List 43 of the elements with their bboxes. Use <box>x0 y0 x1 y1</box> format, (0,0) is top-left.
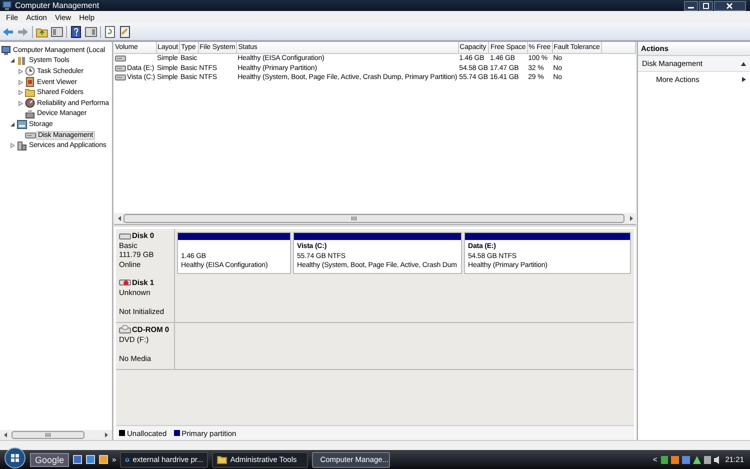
device-icon <box>25 108 35 119</box>
maximize-icon[interactable] <box>699 0 713 10</box>
expanded-triangle-icon[interactable] <box>10 58 15 64</box>
collapsed-triangle-icon[interactable] <box>10 143 15 148</box>
disk-drive-icon <box>115 74 126 82</box>
close-icon[interactable] <box>714 0 746 10</box>
clock-icon <box>25 66 35 76</box>
window-title: Computer Management <box>15 1 100 10</box>
collapsed-triangle-icon[interactable] <box>18 100 23 106</box>
expanded-triangle-icon[interactable] <box>10 122 15 127</box>
window-switch-icon[interactable] <box>86 455 96 464</box>
computer-icon <box>2 1 12 10</box>
tray-icons-drawing <box>661 454 722 464</box>
start-orb-icon[interactable] <box>4 447 26 469</box>
folder-icon <box>25 88 35 98</box>
collapsed-triangle-icon[interactable] <box>18 68 23 74</box>
collapsed-triangle-icon[interactable] <box>18 80 23 85</box>
media-icon[interactable] <box>99 455 108 464</box>
storage-icon <box>17 120 27 129</box>
submenu-triangle-icon <box>742 76 746 82</box>
computer-icon <box>1 46 11 55</box>
gauge-icon <box>25 98 35 108</box>
folder-up-icon[interactable] <box>36 26 48 38</box>
disk-drive-icon <box>115 64 126 72</box>
tools-icon <box>17 56 27 66</box>
forward-arrow-icon[interactable] <box>17 26 29 38</box>
disk-drive-icon <box>115 55 126 62</box>
folder-icon <box>217 455 228 464</box>
properties-icon[interactable] <box>119 26 131 38</box>
collapse-triangle-icon <box>741 62 746 66</box>
panel-icon[interactable] <box>85 26 97 38</box>
refresh-icon[interactable] <box>104 26 116 38</box>
services-icon <box>17 140 27 151</box>
minimize-icon[interactable] <box>684 0 698 10</box>
hard-disk-error-icon <box>119 278 131 288</box>
search-field[interactable]: Google <box>30 452 70 466</box>
back-arrow-icon[interactable] <box>2 26 14 38</box>
help-icon[interactable] <box>70 26 82 38</box>
log-icon <box>25 77 35 88</box>
pane-toggle-icon[interactable] <box>51 26 63 38</box>
disk-drive-icon <box>25 132 36 139</box>
collapsed-triangle-icon[interactable] <box>18 90 23 96</box>
desktop-icon[interactable] <box>73 455 82 464</box>
